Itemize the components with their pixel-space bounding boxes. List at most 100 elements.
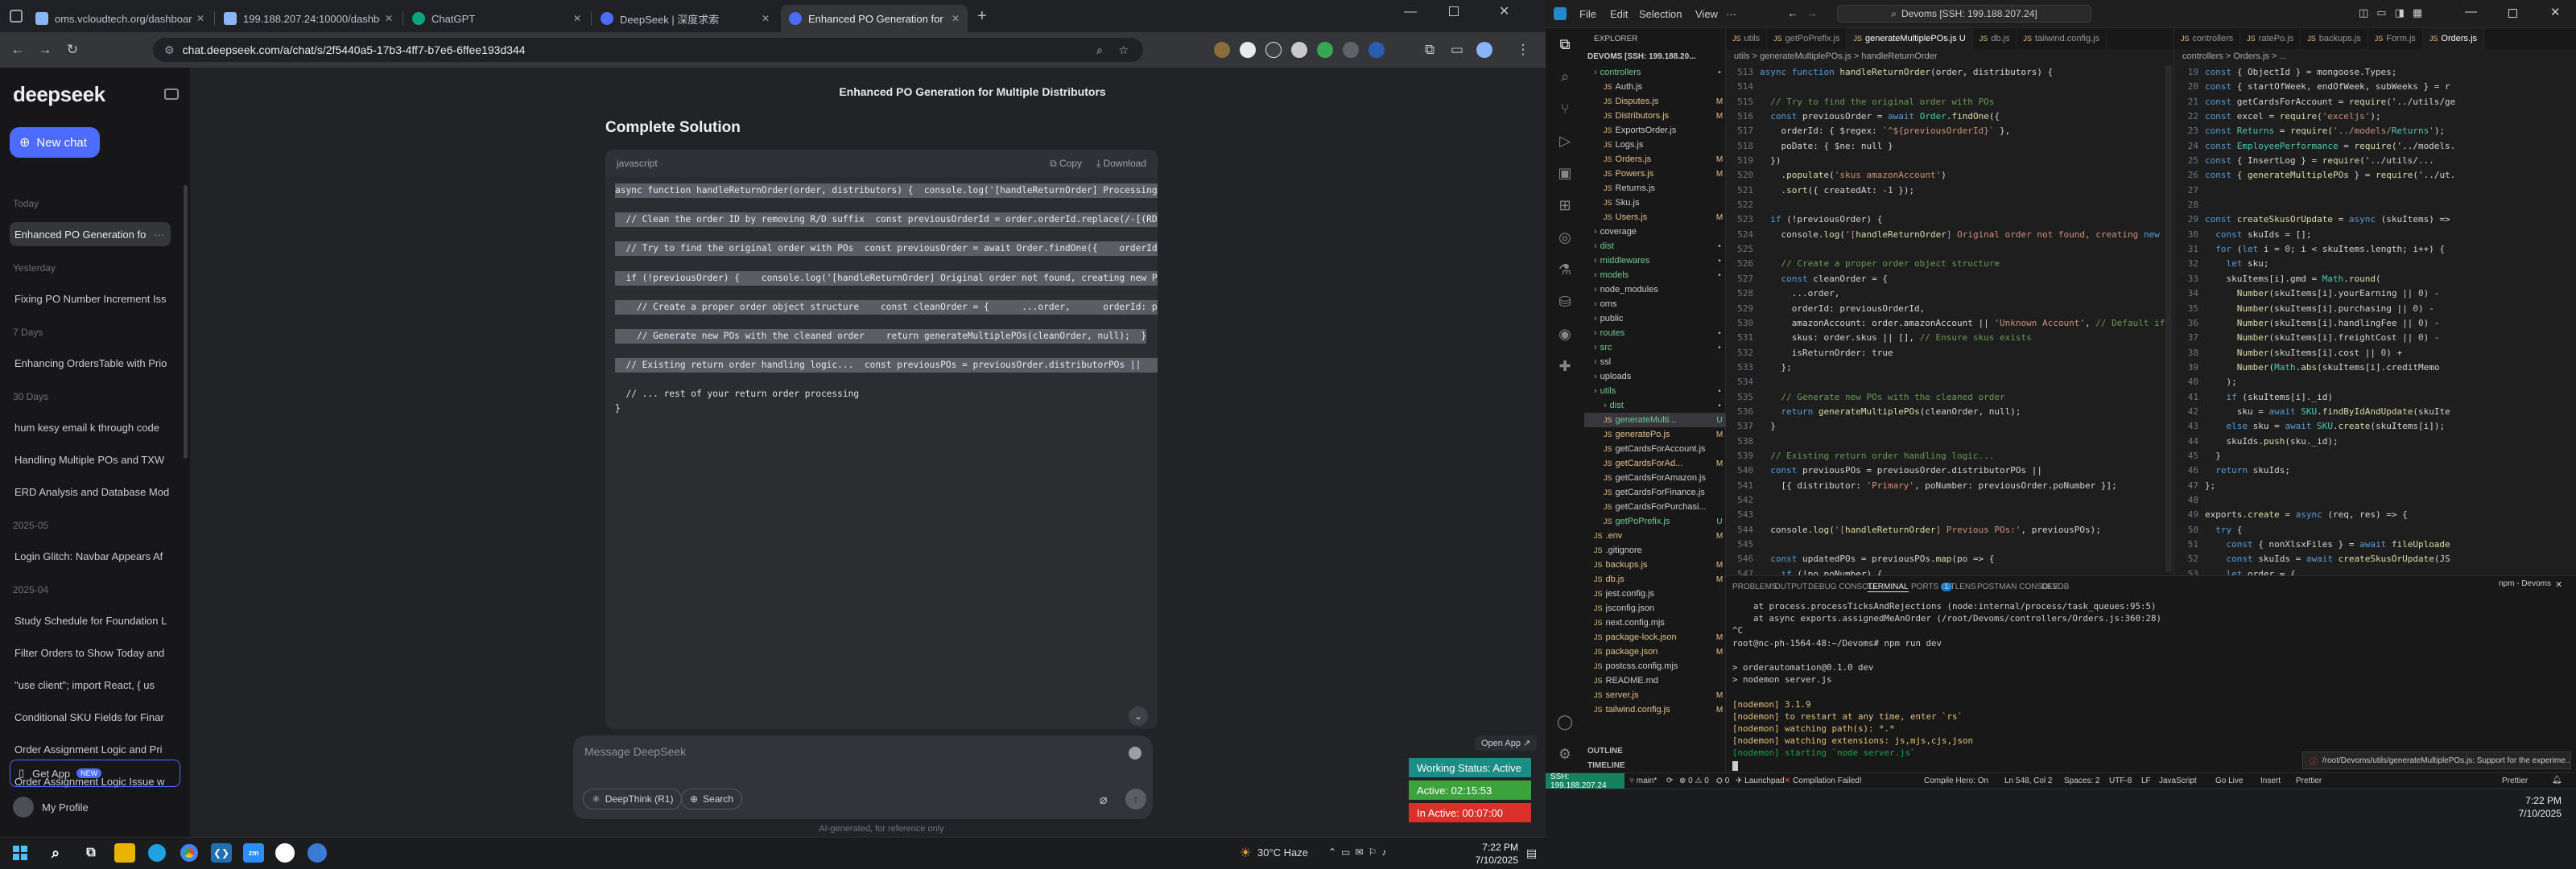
browser-tab-2[interactable]: 199.188.207.24:10000/dashbo ✕ [216, 5, 401, 32]
vscode-taskbar-icon[interactable]: ❮❯ [211, 843, 232, 863]
profile-avatar[interactable] [1476, 42, 1492, 58]
scroll-down-button[interactable]: ⌄ [1129, 706, 1148, 726]
explorer-item[interactable]: JS Returns.js [1584, 181, 1726, 196]
explorer-item[interactable]: JS package-lock.json M [1584, 630, 1726, 645]
explorer-item[interactable]: JS package.json M [1584, 645, 1726, 659]
prettier-status[interactable]: Prettier [2296, 776, 2322, 785]
collapse-sidebar-icon[interactable] [164, 89, 179, 100]
back-icon[interactable]: ← [8, 40, 27, 60]
browser-tab-5[interactable]: Enhanced PO Generation for M ✕ [781, 5, 968, 32]
terminal-output[interactable]: at process.processTicksAndRejections (no… [1732, 600, 2570, 771]
search-toggle[interactable]: ⊕ Search [681, 789, 743, 809]
explorer-item[interactable]: JS getCardsForPurchasi... [1584, 500, 1726, 514]
download-button[interactable]: ⤓ Download [1096, 158, 1146, 170]
chrome-taskbar-icon[interactable] [179, 843, 200, 863]
layout-controls-icons[interactable]: ◫▭◨▦ [2359, 6, 2430, 19]
menu-file[interactable]: File [1579, 8, 1596, 20]
editor-tab[interactable]: JS db.js [1973, 28, 2017, 49]
postman-icon[interactable]: ◉ [1555, 324, 1575, 344]
command-center-search[interactable]: ⌕ Devoms [SSH: 199.188.207.24] [1837, 5, 2091, 23]
source-control-icon[interactable]: ⑂ [1555, 99, 1575, 118]
deepthink-toggle[interactable]: ⚛ DeepThink (R1) [583, 789, 683, 809]
history-item[interactable]: Enhanced PO Generation fo ··· [10, 222, 171, 246]
bell-icon[interactable]: 🔔︎ [2552, 776, 2562, 785]
explorer-item[interactable]: JS server.js M [1584, 688, 1726, 702]
clock-date[interactable]: 7/10/2025 [1462, 855, 1518, 866]
maximize-icon[interactable] [1449, 6, 1459, 16]
explorer-item[interactable]: JS generatePo.js M [1584, 427, 1726, 442]
panel-tab[interactable]: GITLENS [1942, 583, 1976, 591]
code-editor[interactable]: const { ObjectId } = mongoose.Types; cons… [2205, 65, 2569, 656]
nav-forward-icon[interactable]: → [1806, 6, 1818, 19]
explorer-item[interactable]: JS jsconfig.json [1584, 601, 1726, 616]
explorer-item[interactable]: JS tailwind.config.js M [1584, 702, 1726, 717]
zoom-app-icon[interactable]: zm [243, 843, 264, 863]
timeline-section[interactable]: TIMELINE [1587, 761, 1625, 770]
explorer-item[interactable]: JS Distributors.js M [1584, 109, 1726, 123]
history-item[interactable]: ERD Analysis and Database Mod [10, 480, 171, 504]
menu-edit[interactable]: Edit [1610, 8, 1628, 20]
system-tray-icons[interactable]: ⌃▭✉⚐♪ [1328, 846, 1391, 858]
history-item[interactable]: Login Glitch: Navbar Appears Af [10, 544, 171, 568]
explorer-item[interactable]: JS getPoPrefix.js U [1584, 514, 1726, 529]
history-item[interactable]: Handling Multiple POs and TXW [10, 447, 171, 472]
menu-selection[interactable]: Selection [1639, 8, 1682, 20]
editor-tab[interactable]: JS Orders.js [2422, 28, 2485, 49]
remote-explorer-icon[interactable]: ▣ [1555, 163, 1575, 183]
explorer-item[interactable]: › models • [1584, 268, 1726, 282]
explorer-item[interactable]: › uploads [1584, 369, 1726, 384]
prettier-status[interactable]: Prettier [2502, 776, 2528, 785]
explorer-item[interactable]: JS ExportsOrder.js [1584, 123, 1726, 138]
close-icon[interactable]: ✕ [952, 13, 960, 24]
extension-icon[interactable] [1265, 42, 1282, 58]
run-debug-icon[interactable]: ▷ [1555, 131, 1575, 150]
close-window-icon[interactable]: ✕ [2550, 5, 2561, 19]
editor-tab[interactable]: JS backups.js [2301, 28, 2368, 49]
eol[interactable]: LF [2141, 776, 2151, 785]
explorer-item[interactable]: JS getCardsForFinance.js [1584, 485, 1726, 500]
editor-scrollbar[interactable] [2165, 65, 2172, 572]
ports-indicator[interactable]: ⛭ 0 [1716, 776, 1729, 785]
close-icon[interactable]: ✕ [762, 13, 770, 24]
explorer-item[interactable]: › coverage [1584, 224, 1726, 239]
insert-mode[interactable]: Insert [2260, 776, 2281, 785]
address-bar[interactable]: ⚙ chat.deepseek.com/a/chat/s/2f5440a5-17… [153, 38, 1143, 62]
code-editor[interactable]: async function handleReturnOrder(order, … [1760, 65, 2170, 626]
history-item[interactable]: hum kesy email k through code [10, 415, 171, 439]
terminal-profile[interactable]: npm - Devoms [2499, 579, 2551, 588]
workspace-root[interactable]: DEVOMS [SSH: 199.188.20... [1587, 52, 1696, 61]
new-tab-icon[interactable]: + [977, 7, 987, 26]
explorer-item[interactable]: JS .env M [1584, 529, 1726, 543]
history-item[interactable]: Order Assignment Logic and Pri [10, 737, 171, 761]
attach-icon[interactable]: ⌀ [1100, 792, 1108, 808]
remote-indicator[interactable]: SSH: 199.188.207.24 [1546, 772, 1624, 790]
gitlens-icon[interactable]: ◎ [1555, 228, 1575, 247]
extensions-icon[interactable]: ⊞ [1555, 196, 1575, 215]
profile-button[interactable]: My Profile [13, 797, 89, 818]
breadcrumb[interactable]: utils > generateMultiplePOs.js > handleR… [1726, 49, 1938, 64]
launchpad-button[interactable]: ✈ Launchpad [1736, 776, 1785, 785]
open-app-button[interactable]: Open App ↗ [1475, 735, 1538, 751]
sidebar-scrollbar[interactable] [184, 185, 188, 459]
explorer-item[interactable]: › routes • [1584, 326, 1726, 340]
database-icon[interactable]: ⛁ [1555, 292, 1575, 311]
explorer-item[interactable]: JS getCardsForAd... M [1584, 456, 1726, 471]
explorer-item[interactable]: JS .gitignore [1584, 543, 1726, 558]
explorer-item[interactable]: JS Sku.js [1584, 196, 1726, 210]
extension-icon[interactable] [1343, 42, 1359, 58]
message-input[interactable]: Message DeepSeek [584, 745, 1100, 758]
history-item[interactable]: Enhancing OrdersTable with Prio [10, 351, 171, 375]
forward-icon[interactable]: → [35, 40, 55, 60]
explorer-item[interactable]: › src • [1584, 340, 1726, 355]
browser-tab-3[interactable]: ChatGPT ✕ [404, 5, 589, 32]
explorer-item[interactable]: JS backups.js M [1584, 558, 1726, 572]
sync-icon[interactable]: ⟳ [1666, 776, 1673, 785]
encoding[interactable]: UTF-8 [2109, 776, 2132, 785]
new-chat-button[interactable]: ⊕ New chat [10, 127, 100, 158]
compile-status[interactable]: ✕ Compilation Failed! [1784, 776, 1862, 785]
history-item[interactable]: Fixing PO Number Increment Iss [10, 286, 171, 311]
reload-icon[interactable]: ↻ [63, 40, 82, 60]
explorer-item[interactable]: › ssl [1584, 355, 1726, 369]
panel-tab[interactable]: TERMINAL [1868, 583, 1909, 592]
explorer-item[interactable]: JS generateMulti... U [1584, 413, 1726, 427]
